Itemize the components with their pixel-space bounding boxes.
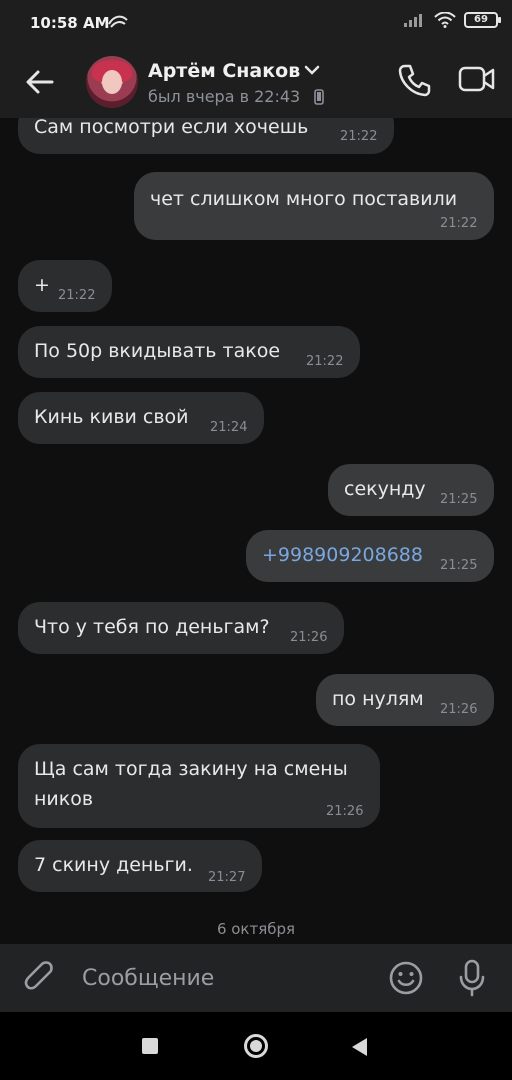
message-text-line-2: ников	[34, 788, 94, 810]
message-text: секунду	[344, 478, 426, 500]
recent-apps-button[interactable]	[142, 1038, 158, 1054]
outgoing-message[interactable]: +998909208688 21:25	[246, 530, 494, 582]
signal-icon	[404, 14, 422, 27]
message-text: Ща сам тогда закину на смены	[34, 758, 348, 780]
message-time: 21:24	[210, 420, 248, 435]
outgoing-message[interactable]: по нулям 21:26	[316, 674, 494, 726]
outgoing-message[interactable]: чет слишком много поставили 21:22	[134, 172, 494, 240]
message-text: Что у тебя по деньгам?	[34, 616, 270, 638]
home-button[interactable]	[244, 1034, 268, 1058]
last-seen-status: был вчера в 22:43	[148, 87, 301, 106]
eye-icon	[108, 15, 128, 28]
incoming-message[interactable]: 7 скину деньги. 21:27	[18, 840, 262, 892]
message-time: 21:25	[440, 558, 478, 573]
message-time: 21:26	[440, 702, 478, 717]
emoji-icon[interactable]	[388, 960, 424, 996]
message-time: 21:26	[290, 630, 328, 645]
video-call-icon[interactable]	[458, 64, 496, 94]
contact-name[interactable]: Артём Снаков	[148, 60, 300, 82]
message-text: По 50р вкидывать такое	[34, 340, 281, 362]
microphone-icon[interactable]	[456, 958, 488, 998]
status-bar: 10:58 AM 69	[0, 0, 512, 46]
incoming-message[interactable]: + 21:22	[18, 260, 112, 312]
chat-header: Артём Снаков был вчера в 22:43	[0, 46, 512, 118]
message-time: 21:22	[58, 288, 96, 303]
incoming-message[interactable]: Что у тебя по деньгам? 21:26	[18, 602, 344, 654]
paperclip-icon[interactable]	[24, 960, 56, 996]
system-back-button[interactable]	[352, 1038, 367, 1056]
avatar[interactable]	[86, 56, 138, 108]
outgoing-message[interactable]: секунду 21:25	[328, 464, 494, 516]
status-time: 10:58 AM	[30, 14, 110, 32]
message-text: Кинь киви свой	[34, 406, 189, 428]
message-text: +	[34, 274, 50, 296]
phone-call-icon[interactable]	[396, 62, 432, 98]
incoming-message[interactable]: Сам посмотри если хочешь 21:22	[18, 118, 394, 154]
message-composer: Сообщение	[0, 944, 512, 1012]
message-time: 21:22	[306, 354, 344, 369]
message-time: 21:26	[326, 804, 364, 819]
incoming-message[interactable]: По 50р вкидывать такое 21:22	[18, 326, 360, 378]
incoming-message[interactable]: Кинь киви свой 21:24	[18, 392, 264, 444]
message-time: 21:25	[440, 492, 478, 507]
battery-indicator: 69	[464, 12, 501, 28]
back-arrow-icon[interactable]	[22, 64, 58, 100]
mobile-device-icon	[314, 89, 324, 105]
wifi-icon	[434, 12, 456, 28]
message-time: 21:22	[340, 129, 378, 144]
message-text: чет слишком много поставили	[150, 188, 458, 210]
phone-number-link[interactable]: +998909208688	[262, 544, 423, 566]
message-time: 21:27	[208, 870, 246, 885]
message-list[interactable]: Сам посмотри если хочешь 21:22 чет слишк…	[0, 118, 512, 944]
incoming-message[interactable]: Ща сам тогда закину на смены ников 21:26	[18, 744, 380, 828]
message-text: Сам посмотри если хочешь	[34, 118, 309, 138]
message-input[interactable]: Сообщение	[82, 966, 214, 991]
date-separator: 6 октября	[216, 920, 296, 938]
system-navigation-bar	[0, 1012, 512, 1080]
message-text: по нулям	[332, 688, 424, 710]
message-time: 21:22	[440, 216, 478, 231]
message-text: 7 скину деньги.	[34, 854, 193, 876]
chevron-down-icon[interactable]	[304, 64, 320, 76]
